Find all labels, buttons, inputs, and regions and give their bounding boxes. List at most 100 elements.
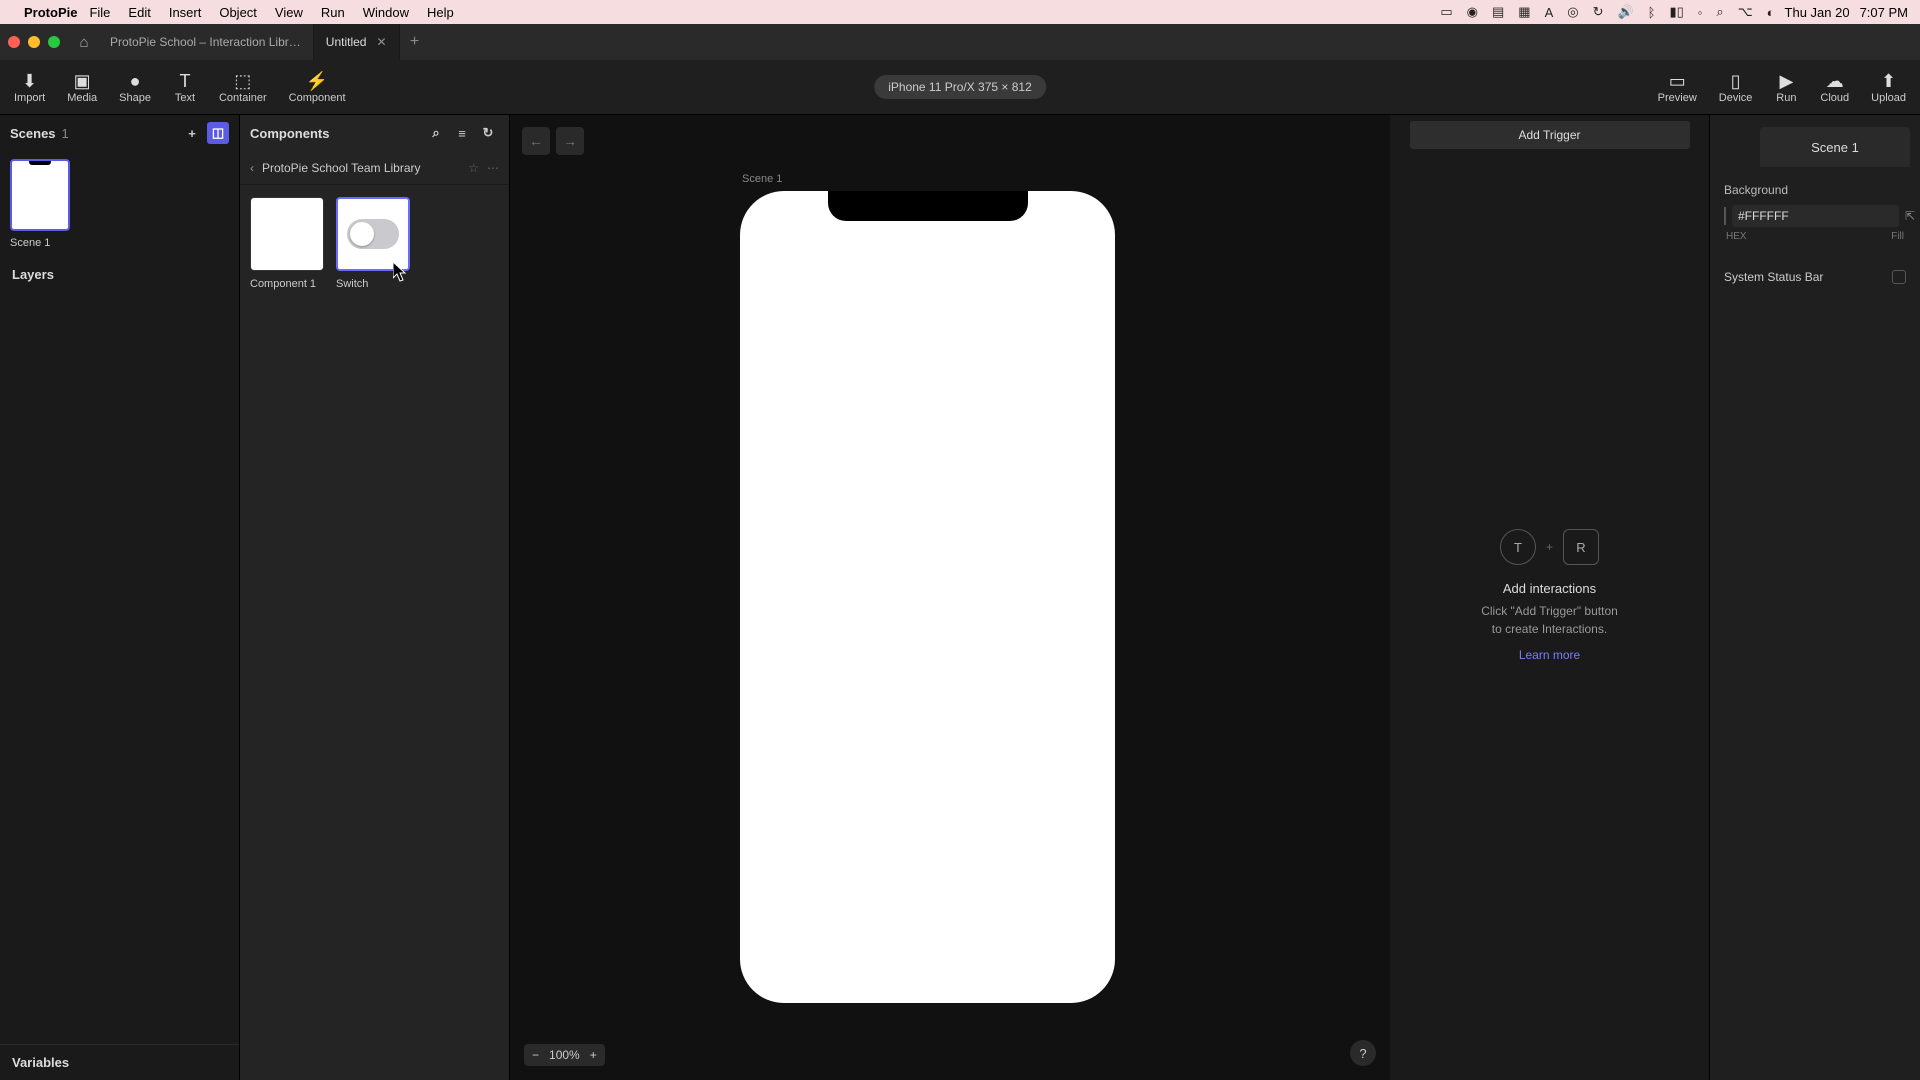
menu-run[interactable]: Run xyxy=(321,5,345,20)
close-icon[interactable]: ✕ xyxy=(376,35,386,49)
component-item-switch[interactable]: Switch xyxy=(336,197,410,291)
tool-run[interactable]: ▶Run xyxy=(1774,70,1798,104)
interactions-panel: Add Trigger T + R Add interactions Click… xyxy=(1390,115,1710,1080)
home-icon[interactable]: ⌂ xyxy=(70,34,98,51)
tray-icon[interactable]: ↻ xyxy=(1593,4,1604,20)
component-breadcrumb[interactable]: ‹ ProtoPie School Team Library ☆ ⋯ xyxy=(240,151,509,185)
tool-label: Container xyxy=(219,92,267,104)
fill-sublabel: Fill xyxy=(1891,231,1904,242)
menu-object[interactable]: Object xyxy=(219,5,257,20)
tray-icon[interactable]: ▤ xyxy=(1492,4,1504,20)
hex-input[interactable] xyxy=(1732,205,1899,227)
bluetooth-icon[interactable]: ᛒ xyxy=(1648,5,1656,20)
tool-device[interactable]: ▯Device xyxy=(1719,70,1753,104)
battery-icon[interactable]: ▮▯ xyxy=(1669,4,1683,20)
window-tabbar: ⌂ ProtoPie School – Interaction Libr… Un… xyxy=(0,24,1920,60)
component-label: Component 1 xyxy=(250,277,324,291)
scenes-title: Scenes xyxy=(10,126,56,141)
cloud-icon: ☁ xyxy=(1823,70,1847,92)
mac-menubar: ProtoPie File Edit Insert Object View Ru… xyxy=(0,0,1920,24)
tool-media[interactable]: ▣Media xyxy=(67,70,97,104)
tray-icon[interactable]: ◎ xyxy=(1567,4,1578,20)
tool-upload[interactable]: ⬆Upload xyxy=(1871,70,1906,104)
inspector-scene-tab[interactable]: Scene 1 xyxy=(1760,127,1910,167)
menu-view[interactable]: View xyxy=(275,5,303,20)
zoom-in-button[interactable]: + xyxy=(590,1048,597,1062)
zoom-control[interactable]: − 100% + xyxy=(524,1044,605,1066)
tool-label: Component xyxy=(289,92,346,104)
trigger-placeholder-icon: T xyxy=(1500,529,1536,565)
control-center-icon[interactable]: ⌥ xyxy=(1738,4,1753,20)
star-icon[interactable]: ☆ xyxy=(468,161,479,175)
list-icon[interactable]: ≡ xyxy=(451,122,473,144)
tool-label: Preview xyxy=(1658,92,1697,104)
variables-title[interactable]: Variables xyxy=(0,1044,239,1080)
siri-icon[interactable]: ◐ xyxy=(1767,5,1775,20)
more-icon[interactable]: ⋯ xyxy=(487,161,499,175)
system-status-bar-toggle[interactable] xyxy=(1892,270,1906,284)
refresh-icon[interactable]: ↻ xyxy=(477,122,499,144)
device-frame[interactable] xyxy=(740,191,1115,1003)
download-icon: ⬇ xyxy=(18,70,42,92)
menu-edit[interactable]: Edit xyxy=(128,5,150,20)
canvas-forward-button[interactable]: → xyxy=(556,127,584,155)
menu-insert[interactable]: Insert xyxy=(169,5,202,20)
help-button[interactable]: ? xyxy=(1350,1040,1376,1066)
layers-title: Layers xyxy=(0,257,239,292)
background-label: Background xyxy=(1724,183,1906,197)
tray-icon[interactable]: ▦ xyxy=(1518,4,1530,20)
traffic-lights[interactable] xyxy=(8,36,60,48)
window-tab-2[interactable]: Untitled ✕ xyxy=(314,24,400,60)
tool-preview[interactable]: ▭Preview xyxy=(1658,70,1697,104)
scenes-panel: Scenes 1 + ◫ Scene 1 Layers Variables xyxy=(0,115,240,1080)
canvas[interactable]: ← → Scene 1 − 100% + ? xyxy=(510,115,1390,1080)
tool-cloud[interactable]: ☁Cloud xyxy=(1820,70,1849,104)
component-item[interactable]: Component 1 xyxy=(250,197,324,291)
search-icon[interactable]: ⌕ xyxy=(425,122,447,144)
circle-shape-icon: ● xyxy=(123,70,147,92)
scene-thumbnail[interactable] xyxy=(10,159,70,231)
menu-file[interactable]: File xyxy=(89,5,110,20)
scene-view-toggle[interactable]: ◫ xyxy=(207,122,229,144)
wifi-icon[interactable]: ◦ xyxy=(1698,5,1703,20)
menu-window[interactable]: Window xyxy=(363,5,409,20)
device-chip[interactable]: iPhone 11 Pro/X 375 × 812 xyxy=(874,75,1046,99)
add-tab-button[interactable]: + xyxy=(400,33,430,51)
toolbar: ⬇Import ▣Media ●Shape TText ⬚Container ⚡… xyxy=(0,60,1920,115)
tray-icon[interactable]: A xyxy=(1545,5,1554,20)
menubar-app-name[interactable]: ProtoPie xyxy=(24,5,77,20)
phone-icon: ▯ xyxy=(1724,70,1748,92)
upload-icon: ⬆ xyxy=(1877,70,1901,92)
learn-more-link[interactable]: Learn more xyxy=(1481,648,1618,662)
tool-text[interactable]: TText xyxy=(173,70,197,104)
canvas-back-button[interactable]: ← xyxy=(522,127,550,155)
add-scene-button[interactable]: + xyxy=(181,122,203,144)
tool-component[interactable]: ⚡Component xyxy=(289,70,346,104)
menubar-date[interactable]: Thu Jan 20 xyxy=(1785,5,1850,20)
component-thumbnail xyxy=(336,197,410,271)
bolt-icon: ⚡ xyxy=(305,70,329,92)
scenes-count: 1 xyxy=(62,126,69,141)
tray-icon[interactable]: ◉ xyxy=(1467,4,1478,20)
breadcrumb-label: ProtoPie School Team Library xyxy=(262,161,421,175)
desktop-icon: ▭ xyxy=(1665,70,1689,92)
zoom-value: 100% xyxy=(549,1048,580,1062)
tool-label: Import xyxy=(14,92,45,104)
zoom-out-button[interactable]: − xyxy=(532,1048,539,1062)
component-label: Switch xyxy=(336,277,410,291)
tool-container[interactable]: ⬚Container xyxy=(219,70,267,104)
tool-label: Device xyxy=(1719,92,1753,104)
tray-icon[interactable]: ▭ xyxy=(1440,4,1452,20)
tool-shape[interactable]: ●Shape xyxy=(119,70,151,104)
chevron-left-icon[interactable]: ‹ xyxy=(250,161,254,175)
menu-help[interactable]: Help xyxy=(427,5,454,20)
window-tab-1[interactable]: ProtoPie School – Interaction Libr… xyxy=(98,24,314,60)
menubar-time[interactable]: 7:07 PM xyxy=(1860,5,1908,20)
volume-icon[interactable]: 🔊 xyxy=(1617,4,1633,20)
tool-import[interactable]: ⬇Import xyxy=(14,70,45,104)
play-icon: ▶ xyxy=(1774,70,1798,92)
add-trigger-button[interactable]: Add Trigger xyxy=(1410,121,1690,149)
color-swatch[interactable] xyxy=(1724,207,1726,225)
spotlight-icon[interactable]: ⌕ xyxy=(1716,4,1723,20)
link-icon[interactable]: ⇱ xyxy=(1905,209,1915,223)
